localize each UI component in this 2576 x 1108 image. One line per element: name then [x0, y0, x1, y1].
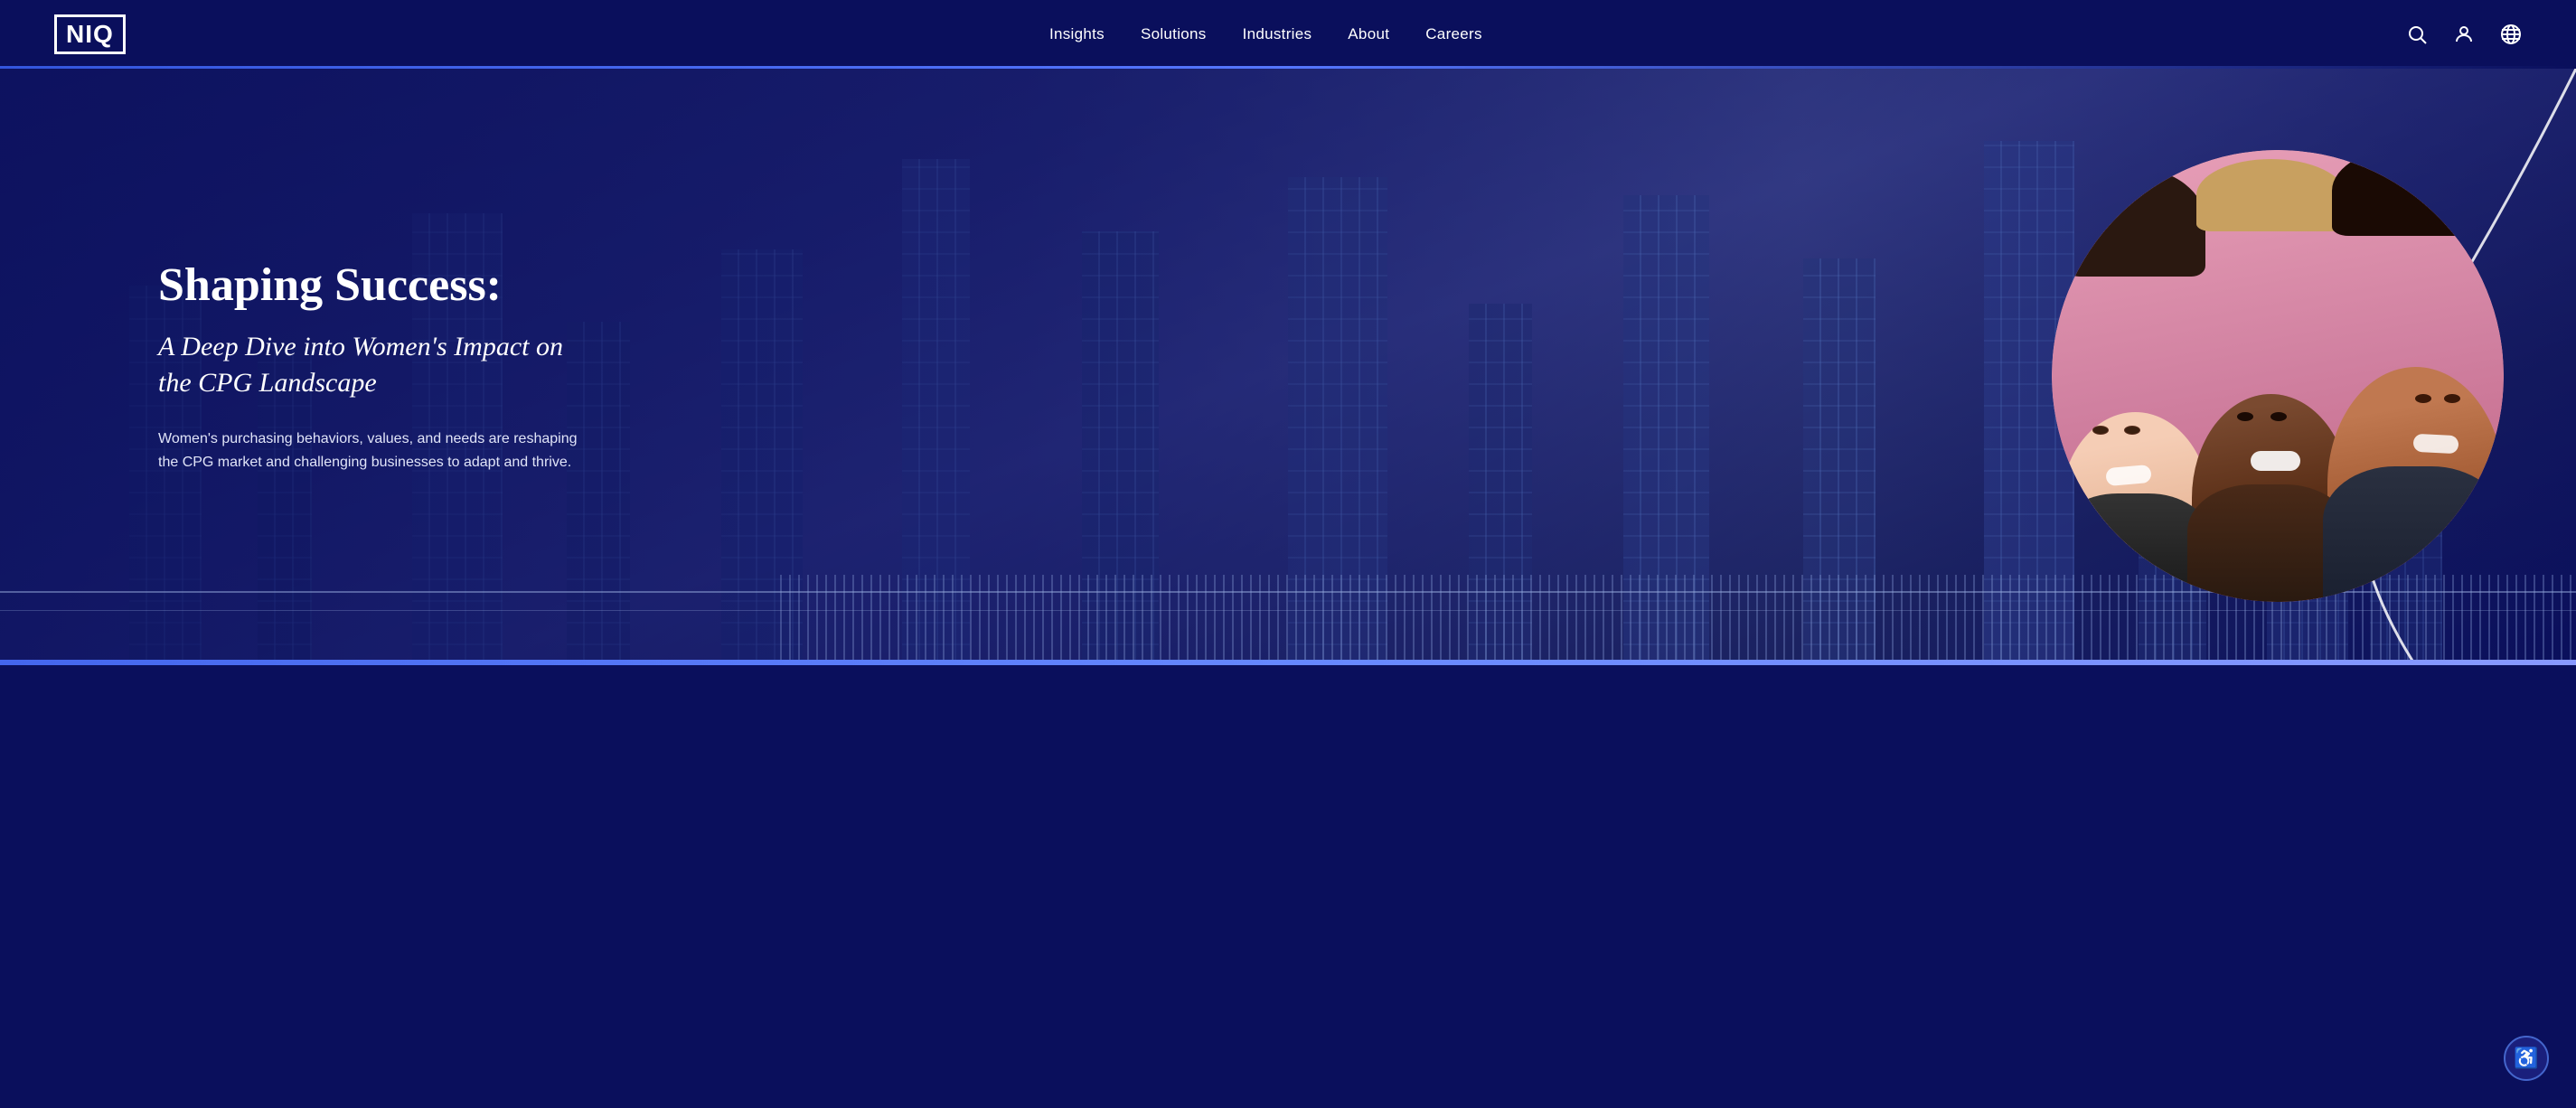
hero-content: Shaping Success: A Deep Dive into Women'…: [158, 258, 592, 475]
user-account-button[interactable]: [2453, 23, 2475, 45]
hero-bottom-bar: [0, 660, 2576, 665]
circle-inner: [2052, 150, 2504, 602]
nav-item-industries[interactable]: Industries: [1243, 25, 1312, 43]
hero-title: Shaping Success:: [158, 258, 592, 313]
nav-icon-group: [2406, 23, 2522, 45]
search-icon: [2406, 23, 2428, 45]
nav-accent-bar: [0, 66, 2576, 69]
hero-circle-image: [2052, 150, 2504, 602]
bridge-rail-bottom: [0, 610, 2576, 611]
user-icon: [2453, 23, 2475, 45]
search-button[interactable]: [2406, 23, 2428, 45]
hero-description: Women's purchasing behaviors, values, an…: [158, 427, 592, 475]
brand-logo[interactable]: NIQ: [54, 14, 126, 54]
nav-item-about[interactable]: About: [1348, 25, 1389, 43]
nav-item-insights[interactable]: Insights: [1049, 25, 1105, 43]
nav-links: Insights Solutions Industries About Care…: [1049, 25, 1482, 43]
hero-section: Shaping Success: A Deep Dive into Women'…: [0, 69, 2576, 665]
accessibility-icon: ♿: [2514, 1047, 2538, 1070]
main-navigation: NIQ Insights Solutions Industries About …: [0, 0, 2576, 69]
nav-item-solutions[interactable]: Solutions: [1141, 25, 1207, 43]
hero-subtitle: A Deep Dive into Women's Impact onthe CP…: [158, 329, 592, 402]
faces-container: [2052, 150, 2504, 602]
language-button[interactable]: [2500, 23, 2522, 45]
nav-item-careers[interactable]: Careers: [1425, 25, 1482, 43]
accessibility-button[interactable]: ♿: [2504, 1036, 2549, 1081]
globe-icon: [2500, 23, 2522, 45]
